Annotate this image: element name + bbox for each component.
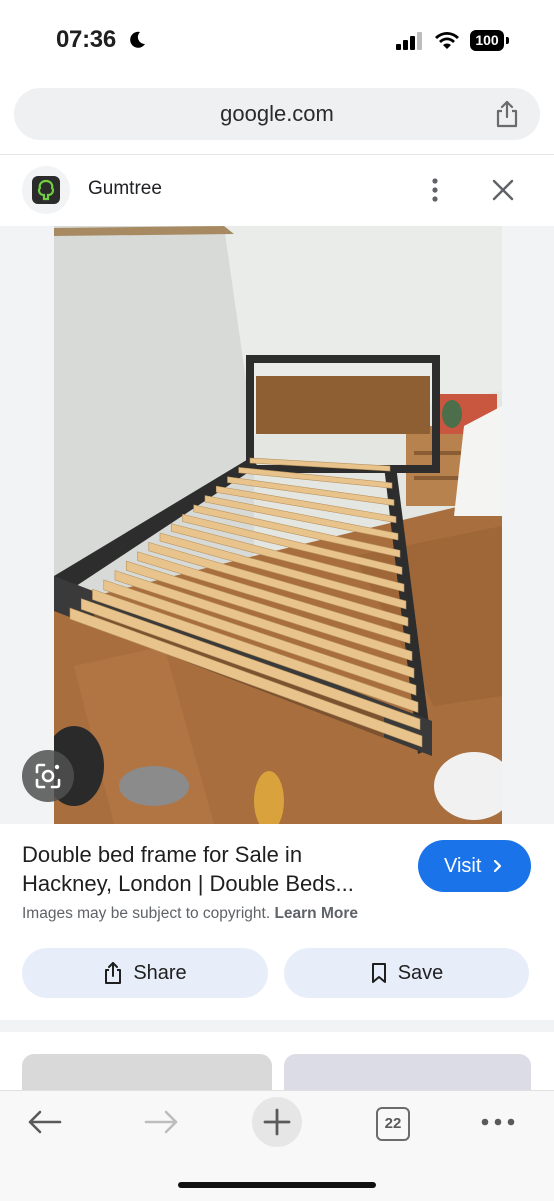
result-title-line1[interactable]: Double bed frame for Sale in [22, 840, 402, 869]
home-indicator [178, 1182, 376, 1188]
site-name[interactable]: Gumtree [88, 178, 162, 200]
forward-arrow-icon[interactable] [142, 1109, 180, 1135]
related-image-1[interactable] [22, 1054, 272, 1094]
result-title[interactable]: Double bed frame for Sale in Hackney, Lo… [22, 840, 402, 898]
tabs-icon[interactable]: 22 [376, 1107, 410, 1141]
battery-icon: 100 [470, 30, 510, 51]
gumtree-logo [22, 166, 70, 214]
url-text[interactable]: google.com [14, 88, 540, 140]
copyright-notice: Images may be subject to copyright. Lear… [22, 905, 358, 923]
status-time: 07:36 [56, 26, 116, 53]
copyright-text: Images may be subject to copyright. [22, 905, 271, 922]
address-bar[interactable]: google.com [14, 88, 540, 140]
result-image[interactable] [54, 226, 502, 824]
new-tab-icon [263, 1108, 291, 1136]
battery-level: 100 [470, 30, 504, 51]
save-button[interactable]: Save [284, 948, 529, 998]
new-tab-button[interactable] [252, 1097, 302, 1147]
bookmark-icon [371, 963, 386, 983]
chevron-right-icon [493, 859, 502, 873]
result-title-line2[interactable]: Hackney, London | Double Beds... [22, 869, 402, 898]
share-icon [105, 962, 122, 984]
close-icon[interactable] [490, 177, 516, 203]
wifi-icon [435, 32, 459, 49]
related-image-2[interactable] [284, 1054, 531, 1094]
google-lens-icon [35, 763, 61, 789]
moon-icon [130, 31, 145, 48]
more-vert-icon[interactable] [424, 176, 446, 204]
header-divider [0, 154, 554, 155]
section-divider [0, 1020, 554, 1032]
back-arrow-icon[interactable] [26, 1109, 64, 1135]
visit-label: Visit [444, 855, 482, 877]
learn-more-link[interactable]: Learn More [274, 905, 358, 922]
more-horiz-icon[interactable] [480, 1117, 516, 1127]
share-label: Share [133, 961, 187, 984]
visit-button[interactable]: Visit [418, 840, 531, 892]
share-button[interactable]: Share [22, 948, 268, 998]
share-icon[interactable] [494, 100, 520, 128]
signal-icon [396, 32, 422, 50]
save-label: Save [397, 961, 444, 984]
google-lens-button[interactable] [22, 750, 74, 802]
